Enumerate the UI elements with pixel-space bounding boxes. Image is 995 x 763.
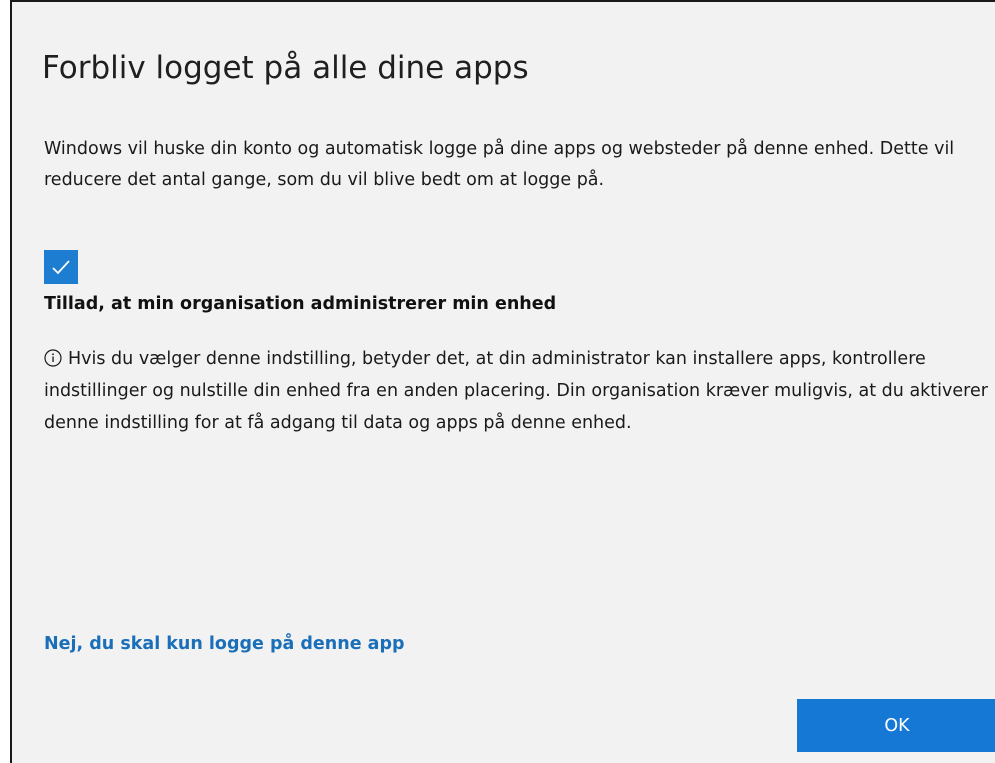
info-icon: [44, 349, 62, 367]
dialog-title: Forbliv logget på alle dine apps: [42, 50, 529, 86]
dialog-description: Windows vil huske din konto og automatis…: [44, 139, 955, 190]
info-text: Hvis du vælger denne indstilling, betyde…: [44, 349, 988, 433]
manage-device-checkbox[interactable]: [44, 250, 78, 284]
checkmark-icon: [52, 260, 70, 275]
manage-device-checkbox-label[interactable]: Tillad, at min organisation administrere…: [44, 294, 556, 314]
ok-button[interactable]: OK: [797, 699, 995, 752]
only-this-app-link[interactable]: Nej, du skal kun logge på denne app: [44, 634, 405, 654]
dialog: Forbliv logget på alle dine apps Windows…: [10, 0, 995, 763]
info-paragraph: Hvis du vælger denne indstilling, betyde…: [44, 343, 989, 439]
